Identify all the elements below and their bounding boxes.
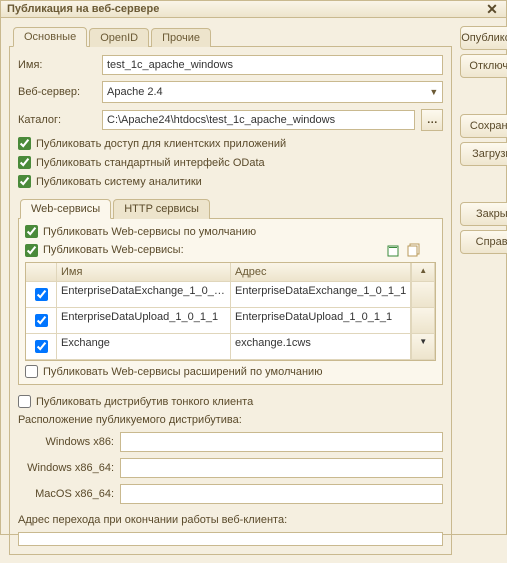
add-icon[interactable] (386, 242, 402, 258)
th-name[interactable]: Имя (57, 263, 231, 282)
cell-name: EnterpriseDataExchange_1_0_1_1 (57, 282, 231, 308)
label-winx86: Windows x86: (18, 436, 114, 448)
redirect-label: Адрес перехода при окончании работы веб-… (18, 514, 443, 526)
cb-client-apps[interactable] (18, 137, 31, 150)
table-row[interactable]: Exchange exchange.1cws ▼ (26, 334, 435, 360)
cell-addr: EnterpriseDataExchange_1_0_1_1 (231, 282, 411, 308)
button-panel: Опубликовать Отключить Сохранить Загрузи… (460, 24, 507, 555)
copy-icon[interactable] (406, 242, 422, 258)
close-button[interactable]: Закрыть (460, 202, 507, 226)
tab-main[interactable]: Основные (13, 27, 87, 47)
ws-table: Имя Адрес ▲ EnterpriseDataExchange_1_0_1… (25, 262, 436, 361)
mac-input[interactable] (120, 484, 443, 504)
cb-ws-default-label: Публиковать Web-сервисы по умолчанию (43, 226, 256, 238)
cb-client-apps-label: Публиковать доступ для клиентских прилож… (36, 138, 286, 150)
scroll-down-icon[interactable]: ▼ (411, 334, 435, 360)
redirect-input[interactable] (18, 532, 443, 546)
webserver-value: Apache 2.4 (107, 86, 163, 98)
cb-ws-pub[interactable] (25, 244, 38, 257)
thin-location-label: Расположение публикуемого дистрибутива: (18, 414, 443, 426)
subtab-webservices[interactable]: Web-сервисы (20, 199, 111, 219)
cell-name: EnterpriseDataUpload_1_0_1_1 (57, 308, 231, 334)
cell-addr: EnterpriseDataUpload_1_0_1_1 (231, 308, 411, 334)
title: Публикация на веб-сервере (7, 3, 159, 15)
titlebar: Публикация на веб-сервере ✕ (1, 1, 506, 18)
close-icon[interactable]: ✕ (484, 1, 500, 17)
table-row[interactable]: EnterpriseDataExchange_1_0_1_1 Enterpris… (26, 282, 435, 308)
cb-odata[interactable] (18, 156, 31, 169)
dialog-window: Публикация на веб-сервере ✕ Основные Ope… (0, 0, 507, 535)
tab-openid[interactable]: OpenID (89, 28, 149, 47)
scroll-up-icon[interactable]: ▲ (411, 263, 435, 282)
main-tabs: Основные OpenID Прочие (9, 24, 452, 47)
th-addr[interactable]: Адрес (231, 263, 411, 282)
cell-name: Exchange (57, 334, 231, 360)
save-button[interactable]: Сохранить (460, 114, 507, 138)
cb-ws-pub-label: Публиковать Web-сервисы: (43, 244, 184, 256)
row-cb[interactable] (35, 340, 48, 353)
help-button[interactable]: Справка (460, 230, 507, 254)
label-winx64: Windows x86_64: (18, 462, 114, 474)
chevron-down-icon: ▼ (429, 87, 438, 97)
cell-addr: exchange.1cws (231, 334, 411, 360)
webservices-panel: Публиковать Web-сервисы по умолчанию Пуб… (18, 219, 443, 385)
row-cb[interactable] (35, 314, 48, 327)
browse-button[interactable]: … (421, 109, 443, 131)
webserver-select[interactable]: Apache 2.4 ▼ (102, 81, 443, 103)
cb-odata-label: Публиковать стандартный интерфейс OData (36, 157, 265, 169)
cb-analytics[interactable] (18, 175, 31, 188)
disconnect-button[interactable]: Отключить (460, 54, 507, 78)
label-name: Имя: (18, 59, 96, 71)
table-row[interactable]: EnterpriseDataUpload_1_0_1_1 EnterpriseD… (26, 308, 435, 334)
cb-thin-client[interactable] (18, 395, 31, 408)
publish-button[interactable]: Опубликовать (460, 26, 507, 50)
cb-analytics-label: Публиковать систему аналитики (36, 176, 202, 188)
label-catalog: Каталог: (18, 114, 96, 126)
subtab-httpservices[interactable]: HTTP сервисы (113, 199, 210, 219)
winx86-input[interactable] (120, 432, 443, 452)
cb-ws-ext-label: Публиковать Web-сервисы расширений по ум… (43, 366, 322, 378)
tab-main-content: Имя: Веб-сервер: Apache 2.4 ▼ Каталог: …… (9, 47, 452, 555)
tab-other[interactable]: Прочие (151, 28, 211, 47)
catalog-input[interactable] (102, 110, 415, 130)
load-button[interactable]: Загрузить (460, 142, 507, 166)
cb-thin-client-label: Публиковать дистрибутив тонкого клиента (36, 396, 253, 408)
row-cb[interactable] (35, 288, 48, 301)
label-mac: MacOS x86_64: (18, 488, 114, 500)
cb-ws-default[interactable] (25, 225, 38, 238)
cb-ws-ext[interactable] (25, 365, 38, 378)
name-input[interactable] (102, 55, 443, 75)
winx64-input[interactable] (120, 458, 443, 478)
label-webserver: Веб-сервер: (18, 86, 96, 98)
